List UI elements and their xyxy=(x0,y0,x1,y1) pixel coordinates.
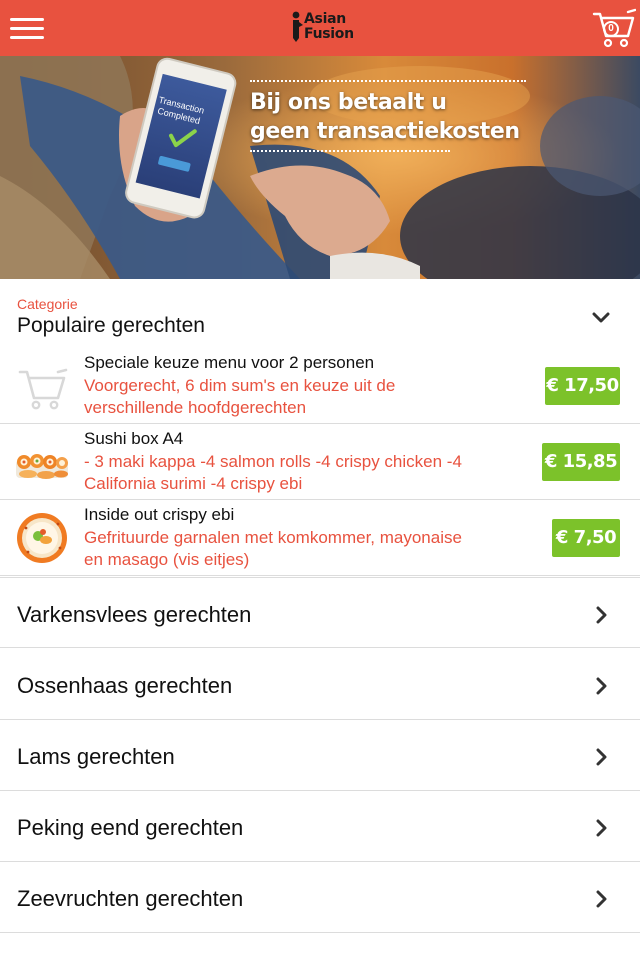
sushi-roll-image xyxy=(17,513,67,563)
banner-dotted-divider-top xyxy=(250,80,526,82)
logo-text: Asian Fusion xyxy=(304,12,354,42)
menu-item[interactable]: Speciale keuze menu voor 2 personen Voor… xyxy=(0,348,640,424)
menu-item-description-line-1: Voorgerecht, 6 dim sum's en keuze uit de xyxy=(84,376,396,395)
menu-item[interactable]: Sushi box A4 - 3 maki kappa -4 salmon ro… xyxy=(0,424,640,500)
category-row-label: Ossenhaas gerechten xyxy=(17,673,233,698)
category-dropdown[interactable]: Categorie Populaire gerechten xyxy=(0,279,640,343)
category-row-varkensvlees[interactable]: Varkensvlees gerechten xyxy=(0,577,640,648)
banner-headline-line-1: Bij ons betaalt u xyxy=(250,90,447,115)
menu-item-description-line-2: California surimi -4 crispy ebi xyxy=(84,474,303,493)
chevron-right-icon xyxy=(596,748,607,766)
menu-item-description-line-2: verschillende hoofdgerechten xyxy=(84,398,307,417)
menu-item-name: Speciale keuze menu voor 2 personen xyxy=(84,353,375,372)
category-row-peking-eend[interactable]: Peking eend gerechten xyxy=(0,791,640,862)
category-label: Categorie xyxy=(17,296,78,312)
top-bar: Asian Fusion 0 xyxy=(0,0,640,56)
banner-headline-line-2: geen transactiekosten xyxy=(250,119,520,144)
promo-banner[interactable]: Transaction Completed Bij ons betaalt u … xyxy=(0,56,640,279)
menu-item-description-line-2: en masago (vis eitjes) xyxy=(84,550,250,569)
category-row-label: Varkensvlees gerechten xyxy=(17,602,252,627)
menu-item-description-line-1: - 3 maki kappa -4 salmon rolls -4 crispy… xyxy=(84,452,462,471)
menu-item-description: Gefrituurde garnalen met komkommer, mayo… xyxy=(84,527,514,571)
cart-count-badge: 0 xyxy=(603,21,619,37)
chevron-right-icon xyxy=(596,677,607,695)
chevron-right-icon xyxy=(596,819,607,837)
category-row-ossenhaas[interactable]: Ossenhaas gerechten xyxy=(0,649,640,720)
category-row-lams[interactable]: Lams gerechten xyxy=(0,720,640,791)
shopping-cart-button[interactable]: 0 xyxy=(592,8,637,50)
sushi-box-image xyxy=(16,454,68,479)
menu-item[interactable]: Inside out crispy ebi Gefrituurde garnal… xyxy=(0,500,640,576)
category-selected-value: Populaire gerechten xyxy=(17,314,205,337)
logo-line-1: Asian xyxy=(304,11,346,27)
menu-item-description: Voorgerecht, 6 dim sum's en keuze uit de… xyxy=(84,375,514,419)
category-row-zeevruchten[interactable]: Zeevruchten gerechten xyxy=(0,862,640,933)
banner-dotted-divider-bottom xyxy=(250,150,450,152)
category-row-label: Zeevruchten gerechten xyxy=(17,886,244,911)
chevron-down-icon xyxy=(592,312,610,323)
menu-item-name: Sushi box A4 xyxy=(84,429,184,448)
menu-item-description: - 3 maki kappa -4 salmon rolls -4 crispy… xyxy=(84,451,514,495)
chevron-right-icon xyxy=(596,606,607,624)
category-row-label: Lams gerechten xyxy=(17,744,175,769)
category-row-label: Peking eend gerechten xyxy=(17,815,244,840)
brand-logo[interactable]: Asian Fusion xyxy=(290,8,354,48)
logo-line-2: Fusion xyxy=(304,26,354,42)
banner-headline: Bij ons betaalt u geen transactiekosten xyxy=(250,80,530,152)
menu-item-name: Inside out crispy ebi xyxy=(84,505,235,524)
chevron-right-icon xyxy=(596,890,607,908)
add-to-cart-price-button[interactable]: € 15,85 xyxy=(542,443,620,481)
add-to-cart-price-button[interactable]: € 17,50 xyxy=(545,367,620,405)
add-to-cart-price-button[interactable]: € 7,50 xyxy=(552,519,620,557)
cart-placeholder-icon xyxy=(18,368,68,410)
menu-item-description-line-1: Gefrituurde garnalen met komkommer, mayo… xyxy=(84,528,462,547)
hamburger-menu-icon[interactable] xyxy=(10,16,46,40)
